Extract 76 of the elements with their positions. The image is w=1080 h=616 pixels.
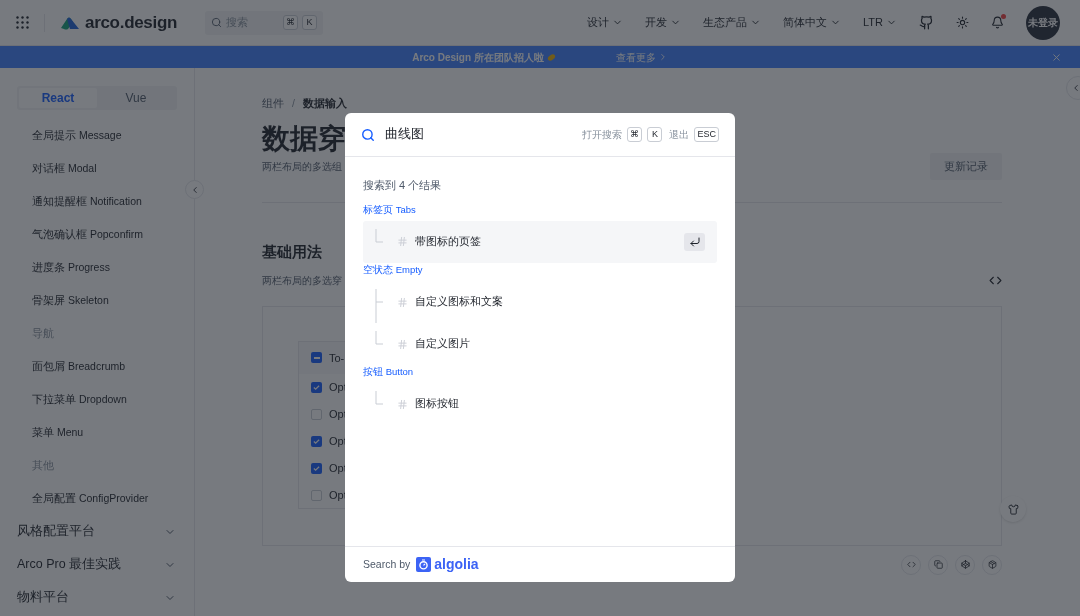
search-icon <box>211 17 223 28</box>
search-by-label: Search by <box>363 556 411 572</box>
result-count: 搜索到 4 个结果 <box>363 178 443 193</box>
checkbox[interactable] <box>311 352 322 364</box>
nav-menu[interactable]: 生态产品 <box>703 14 762 31</box>
checkbox[interactable] <box>311 381 322 393</box>
sidebar-item[interactable]: 全局配置 ConfigProvider <box>32 490 149 507</box>
shortcut-hint: 打开搜索 <box>582 128 623 142</box>
search-icon <box>361 127 375 142</box>
page-subtitle: 两栏布局的多选组 <box>262 159 343 174</box>
hash-icon <box>397 398 408 410</box>
sidebar-item[interactable]: 菜单 Menu <box>32 424 84 441</box>
sidebar-section[interactable]: 物料平台 <box>0 581 194 614</box>
collapse-sidebar-button[interactable] <box>185 180 204 199</box>
close-icon[interactable] <box>1051 51 1062 63</box>
section-title: 基础用法 <box>262 242 322 262</box>
sidebar-item[interactable]: 通知提醒框 Notification <box>32 193 142 210</box>
shortcut-hint: 退出 <box>669 128 690 142</box>
breadcrumb-item[interactable]: 数据输入 <box>302 96 347 112</box>
search-result[interactable]: 自定义图片 <box>363 323 717 365</box>
search-result[interactable]: 自定义图标和文案 <box>363 281 717 323</box>
banner-link[interactable]: 查看更多 <box>615 49 668 65</box>
framework-tab[interactable]: React <box>19 88 97 108</box>
checkbox[interactable] <box>311 462 322 474</box>
tree-connector-icon <box>375 228 383 243</box>
sidebar-item[interactable]: 下拉菜单 Dropdown <box>32 391 127 408</box>
nav-menu[interactable]: LTR <box>863 14 897 31</box>
logo-icon <box>60 15 80 30</box>
sidebar-item[interactable]: 全局提示 Message <box>32 127 122 144</box>
search-input[interactable]: 曲线图 <box>385 125 583 144</box>
sidebar-item[interactable]: 骨架屏 Skeleton <box>32 292 109 309</box>
search-result[interactable]: 带图标的页签 <box>363 220 717 263</box>
algolia-logo-text[interactable]: algolia <box>434 554 479 575</box>
search-result[interactable]: 图标按钮 <box>363 383 717 426</box>
leaf-icon <box>546 52 556 62</box>
breadcrumb-item[interactable]: 组件 <box>262 96 284 112</box>
tree-connector-icon <box>375 289 383 323</box>
key-hint: K <box>302 15 318 30</box>
logo-text[interactable]: arco.design <box>85 9 178 36</box>
sidebar-item[interactable]: 对话框 Modal <box>32 160 97 177</box>
list-header-label: To- <box>329 350 345 366</box>
key-hint: ESC <box>694 127 719 142</box>
result-group-title: 空状态 Empty <box>363 262 424 277</box>
avatar[interactable]: 未登录 <box>1026 5 1060 40</box>
tree-connector-icon <box>375 331 383 345</box>
section-description: 两栏布局的多选穿 <box>262 273 342 288</box>
sidebar-item[interactable]: 进度条 Progress <box>32 259 110 276</box>
sidebar-section[interactable]: Arco Pro 最佳实践 <box>0 548 194 581</box>
checkbox[interactable] <box>311 435 322 447</box>
apps-grid-icon[interactable] <box>16 16 29 29</box>
framework-tab[interactable]: Vue <box>97 88 175 108</box>
sidebar-item[interactable]: 面包屑 Breadcrumb <box>32 358 126 375</box>
page-title: 数据穿 <box>262 121 346 156</box>
sidebar-item[interactable]: 气泡确认框 Popconfirm <box>32 226 144 243</box>
banner-text: Arco Design 所在团队招人啦 <box>412 50 544 65</box>
key-hint: ⌘ <box>627 127 643 142</box>
notification-button[interactable] <box>991 16 1004 29</box>
nav-menu[interactable]: 简体中文 <box>783 14 842 31</box>
key-hint: ⌘ <box>283 15 299 30</box>
breadcrumb-separator: / <box>292 96 295 111</box>
sidebar-section[interactable]: 风格配置平台 <box>0 515 194 548</box>
result-group-title: 标签页 Tabs <box>363 202 417 217</box>
changelog-button[interactable]: 更新记录 <box>930 153 1002 180</box>
tree-connector-icon <box>375 391 383 406</box>
key-hint: K <box>647 127 663 142</box>
nav-menu[interactable]: 设计 <box>587 14 624 31</box>
hash-icon <box>397 236 408 248</box>
hash-icon <box>397 296 408 308</box>
github-icon[interactable] <box>919 15 934 30</box>
chevron-left-icon <box>1071 83 1080 93</box>
theme-icon[interactable] <box>956 16 969 29</box>
result-group-title: 按钮 Button <box>363 365 415 379</box>
nav-menu[interactable]: 开发 <box>645 14 682 31</box>
enter-key-icon <box>684 232 705 251</box>
hash-icon <box>397 338 408 350</box>
algolia-logo-icon[interactable] <box>416 557 432 572</box>
